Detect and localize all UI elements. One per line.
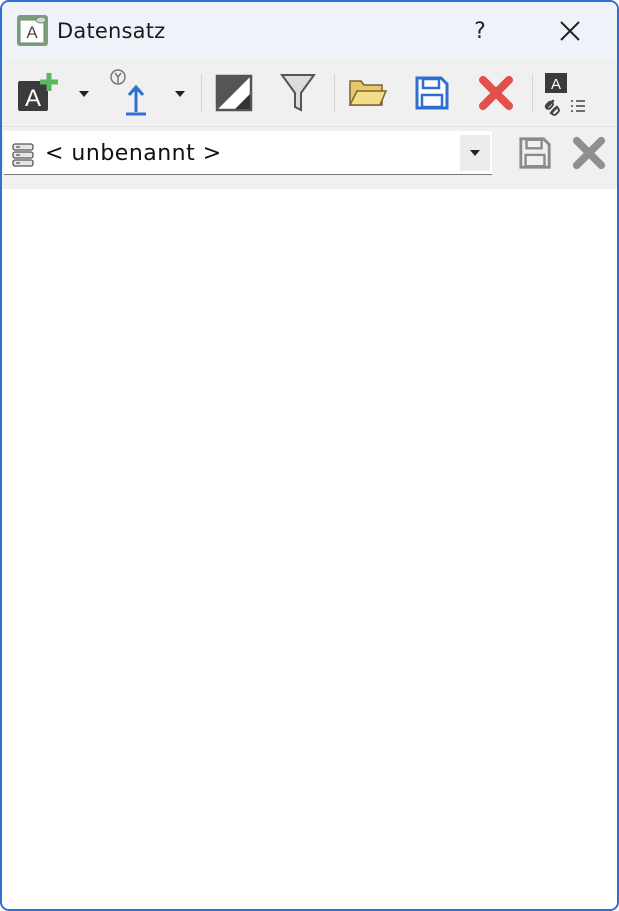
link-fields-button[interactable]: A xyxy=(540,66,590,120)
contrast-icon xyxy=(215,74,253,112)
window-title: Datensatz xyxy=(57,19,166,43)
chevron-down-icon xyxy=(175,91,185,97)
new-record-icon-letter: A xyxy=(25,85,41,112)
delete-icon xyxy=(572,136,606,170)
new-record-icon: A xyxy=(18,73,58,112)
save-button[interactable] xyxy=(410,66,454,120)
delete-icon xyxy=(479,76,513,110)
delete-button[interactable] xyxy=(474,66,518,120)
app-icon-letter: A xyxy=(26,23,38,42)
title-bar: A Datensatz ? xyxy=(2,2,617,60)
filter-icon xyxy=(280,74,316,112)
chevron-down-icon xyxy=(470,150,480,156)
toolbar-separator xyxy=(334,74,335,112)
new-record-button[interactable]: A xyxy=(14,66,60,120)
record-combobox[interactable]: < unbenannt > xyxy=(4,131,492,175)
import-button[interactable] xyxy=(104,66,154,120)
save-icon xyxy=(415,76,449,110)
import-dropdown[interactable] xyxy=(172,84,188,104)
toolbar: A A xyxy=(2,60,617,127)
import-icon xyxy=(110,69,146,116)
link-fields-icon-letter: A xyxy=(551,76,561,93)
new-record-dropdown[interactable] xyxy=(76,84,92,104)
database-icon xyxy=(12,143,34,172)
contrast-button[interactable] xyxy=(212,66,256,120)
discard-record-button[interactable] xyxy=(569,133,609,173)
record-combobox-dropdown[interactable] xyxy=(460,135,490,171)
record-content-area xyxy=(2,189,617,909)
close-icon xyxy=(560,21,580,41)
save-icon xyxy=(519,137,551,169)
app-icon: A xyxy=(16,14,49,52)
save-record-button[interactable] xyxy=(515,133,555,173)
close-button[interactable] xyxy=(548,12,592,50)
help-button[interactable]: ? xyxy=(458,12,502,50)
link-fields-icon: A xyxy=(544,73,585,116)
filter-button[interactable] xyxy=(276,66,320,120)
toolbar-separator xyxy=(532,74,533,112)
folder-open-icon xyxy=(348,80,388,106)
dialog-window: A Datensatz ? A A < unbenannt > xyxy=(0,0,619,911)
chevron-down-icon xyxy=(79,91,89,97)
record-combobox-value: < unbenannt > xyxy=(45,141,222,166)
record-selector-bar: < unbenannt > xyxy=(2,127,617,189)
open-button[interactable] xyxy=(344,66,392,120)
toolbar-separator xyxy=(201,74,202,112)
